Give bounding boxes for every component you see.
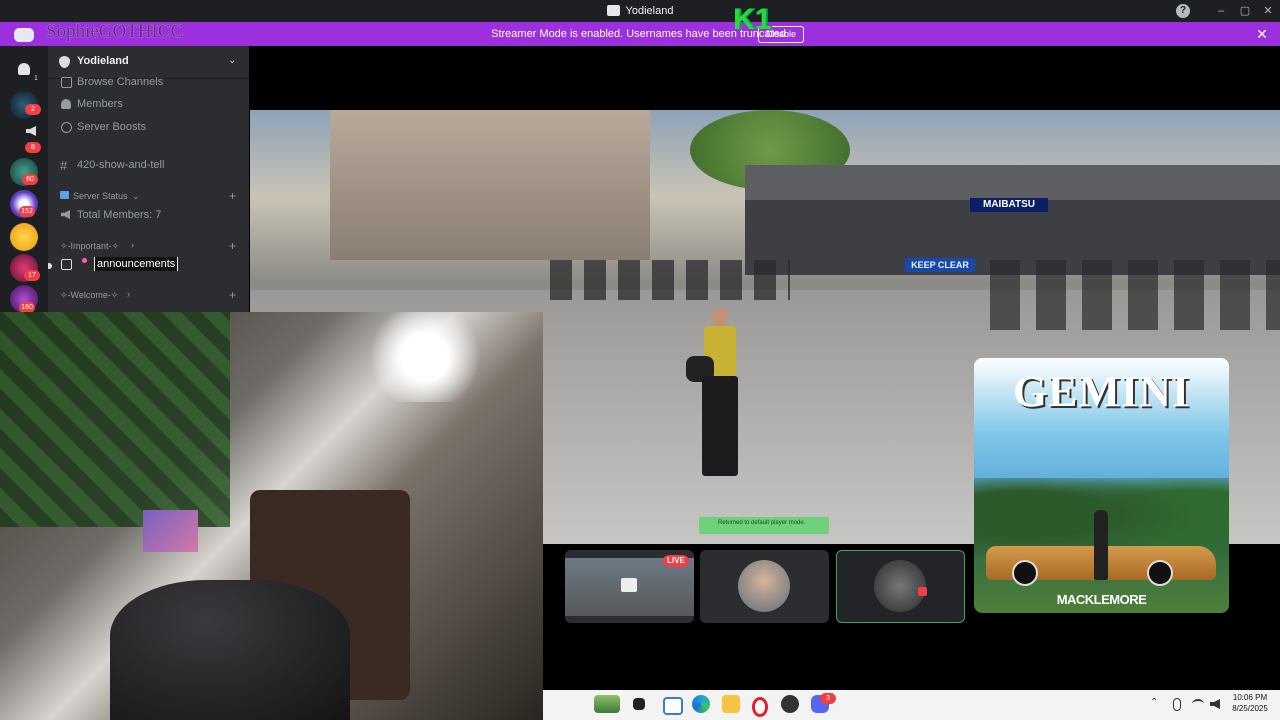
player-character [686, 308, 750, 498]
window-title: Yodieland [0, 0, 1280, 22]
motorcycles-right [990, 260, 1280, 330]
close-window-button[interactable]: ✕ [1256, 0, 1280, 22]
clock-time[interactable]: 10:06 PM [1228, 693, 1272, 702]
badge: 8 [25, 142, 41, 153]
category-welcome[interactable]: ✧-Welcome-✧ [60, 290, 118, 301]
windows-taskbar [543, 690, 1280, 720]
maximize-button[interactable]: ▢ [1233, 0, 1257, 22]
artist-figure [1094, 510, 1108, 580]
avatar [738, 560, 790, 612]
tile-vehicle [621, 578, 637, 592]
poster [143, 510, 198, 552]
badge: 152 [19, 206, 35, 217]
add-channel-icon[interactable]: + [229, 189, 236, 203]
chevron-right-icon[interactable]: › [131, 240, 134, 250]
badge: 60 [22, 174, 38, 185]
badge: 2 [25, 104, 41, 115]
dealership-roof [745, 165, 1280, 200]
stream-tile-game[interactable]: LIVE [565, 550, 694, 623]
live-badge: LIVE [663, 555, 689, 567]
checkbox-icon [61, 259, 72, 270]
server-boosts-item[interactable]: Server Boosts [77, 121, 146, 133]
webcam-video [0, 312, 543, 720]
notification-bell-icon[interactable] [18, 63, 30, 75]
channel-total-members[interactable]: Total Members: 7 [77, 209, 161, 221]
car-wheel [1147, 560, 1173, 586]
motorcycles-row [550, 260, 790, 300]
edge-icon[interactable] [692, 695, 710, 713]
overlay-username: SophieGOTHICC [46, 21, 184, 42]
file-explorer-app-icon[interactable] [663, 697, 683, 715]
hash-icon: # [60, 158, 68, 173]
category-important[interactable]: ✧-Important-✧ [60, 241, 119, 252]
wifi-icon[interactable] [1192, 699, 1204, 709]
channel-420-show-and-tell[interactable]: 420-show-and-tell [77, 159, 164, 171]
task-view-icon[interactable] [633, 698, 645, 710]
help-icon[interactable]: ? [1176, 4, 1190, 18]
album-artist: MACKLEMORE [1056, 592, 1147, 607]
lamp-light [360, 312, 490, 402]
clock-date[interactable]: 8/25/2025 [1228, 704, 1272, 713]
folder-icon[interactable] [722, 695, 740, 713]
stats-icon [60, 191, 69, 199]
channel-announcements[interactable]: announcements [94, 257, 179, 271]
streamer-mode-text: Streamer Mode is enabled. Usernames have… [491, 28, 789, 40]
mic-icon[interactable] [1173, 698, 1181, 711]
car-wheel [1012, 560, 1038, 586]
tapestry [0, 312, 230, 527]
server-name: Yodieland [77, 55, 129, 67]
discord-home-icon[interactable] [14, 28, 34, 42]
store-sign: MAIBATSU [970, 198, 1048, 212]
banner-close-icon[interactable]: ✕ [1254, 22, 1270, 46]
widgets-icon[interactable] [594, 695, 620, 713]
browse-channels-icon [61, 77, 72, 88]
overlay-tag: K1 [733, 3, 772, 36]
avatar [874, 560, 926, 612]
app-logo-icon [606, 5, 620, 16]
toast-text: Returned to default player mode. [718, 520, 806, 526]
chevron-down-icon[interactable]: ⌄ [228, 55, 236, 66]
album-cover: GEMINI MACKLEMORE [974, 358, 1229, 613]
server-icon[interactable] [10, 223, 38, 251]
chevron-down-icon[interactable]: ⌄ [132, 191, 140, 202]
badge: 17 [24, 270, 40, 281]
steam-icon[interactable] [781, 695, 799, 713]
mute-icon [918, 587, 927, 596]
notification-badge: 3 [820, 693, 836, 704]
opera-icon[interactable] [752, 697, 768, 717]
show-hidden-icons[interactable]: ⌃ [1150, 697, 1158, 708]
badge: 1 [28, 73, 44, 84]
stream-tile-speaking[interactable] [836, 550, 965, 623]
person [110, 580, 350, 720]
album-title: GEMINI [1012, 367, 1191, 416]
chevron-right-icon[interactable]: › [127, 289, 130, 299]
minimize-button[interactable]: – [1209, 0, 1233, 22]
browse-channels-item[interactable]: Browse Channels [77, 76, 163, 88]
members-icon [61, 99, 71, 109]
boost-icon [61, 122, 72, 133]
building-left [330, 110, 650, 260]
category-server-status[interactable]: Server Status [73, 191, 128, 201]
keep-clear-sign: KEEP CLEAR [905, 258, 975, 272]
stream-tile-user[interactable] [700, 550, 829, 623]
add-channel-icon[interactable]: + [229, 239, 236, 253]
add-channel-icon[interactable]: + [229, 288, 236, 302]
pin-icon [82, 258, 87, 263]
members-item[interactable]: Members [77, 98, 123, 110]
